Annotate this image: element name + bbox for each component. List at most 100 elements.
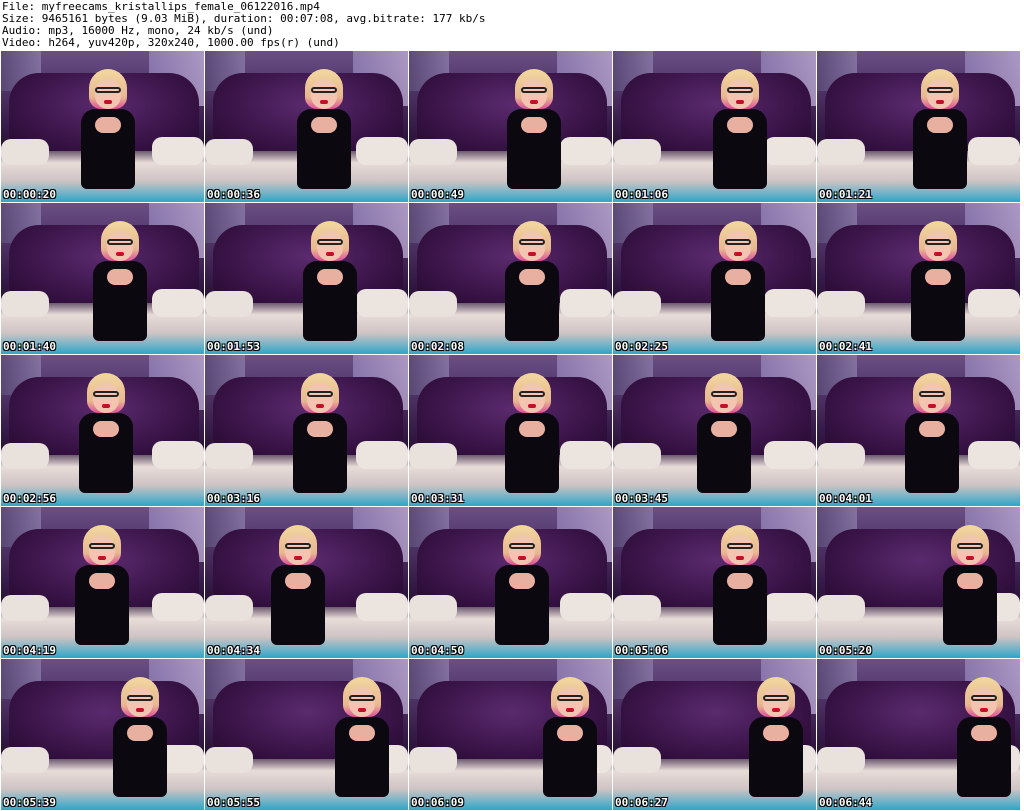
video-info-line: Video: h264, yuv420p, 320x240, 1000.00 f… <box>2 36 340 49</box>
person-figure <box>705 525 775 645</box>
person-lips <box>136 708 144 712</box>
pillow-right <box>560 289 612 317</box>
video-thumbnail[interactable]: 00:03:45 <box>613 355 816 506</box>
video-thumbnail[interactable]: 00:05:55 <box>205 659 408 810</box>
video-thumbnail[interactable]: 00:06:44 <box>817 659 1020 810</box>
video-thumbnail[interactable]: 00:05:20 <box>817 507 1020 658</box>
person-skin <box>509 573 535 589</box>
pillow-left <box>1 747 49 773</box>
person-glasses <box>107 239 133 245</box>
pillow-left <box>409 291 457 317</box>
video-thumbnail[interactable]: 00:04:01 <box>817 355 1020 506</box>
person-face <box>311 79 337 109</box>
pillow-left <box>817 291 865 317</box>
pillow-left <box>1 443 49 469</box>
thumbnail-timestamp: 00:05:06 <box>615 644 668 657</box>
person-figure <box>487 525 557 645</box>
person-skin <box>95 117 121 133</box>
person-glasses <box>519 391 545 397</box>
person-skin <box>307 421 333 437</box>
person-face <box>727 535 753 565</box>
thumbnail-timestamp: 00:02:25 <box>615 340 668 353</box>
video-thumbnail[interactable]: 00:01:53 <box>205 203 408 354</box>
video-thumbnail[interactable]: 00:03:16 <box>205 355 408 506</box>
person-figure <box>703 221 773 341</box>
pillow-left <box>409 443 457 469</box>
thumbnail-timestamp: 00:05:20 <box>819 644 872 657</box>
person-figure <box>71 373 141 493</box>
video-thumbnail[interactable]: 00:06:09 <box>409 659 612 810</box>
video-thumbnail[interactable]: 00:01:06 <box>613 51 816 202</box>
video-thumbnail[interactable]: 00:00:36 <box>205 51 408 202</box>
person-glasses <box>307 391 333 397</box>
thumbnail-timestamp: 00:05:55 <box>207 796 260 809</box>
video-thumbnail[interactable]: 00:02:08 <box>409 203 612 354</box>
pillow-left <box>205 443 253 469</box>
pillow-left <box>613 747 661 773</box>
person-figure <box>705 69 775 189</box>
thumbnail-timestamp: 00:04:19 <box>3 644 56 657</box>
person-figure <box>535 677 605 797</box>
person-skin <box>727 117 753 133</box>
person-face <box>521 79 547 109</box>
person-figure <box>285 373 355 493</box>
person-figure <box>497 373 567 493</box>
person-skin <box>957 573 983 589</box>
video-thumbnail[interactable]: 00:06:27 <box>613 659 816 810</box>
pillow-left <box>613 291 661 317</box>
thumbnail-timestamp: 00:00:20 <box>3 188 56 201</box>
person-glasses <box>925 239 951 245</box>
person-figure <box>105 677 175 797</box>
pillow-left <box>817 139 865 165</box>
thumbnail-timestamp: 00:01:53 <box>207 340 260 353</box>
pillow-right <box>968 289 1020 317</box>
pillow-left <box>205 139 253 165</box>
video-thumbnail[interactable]: 00:03:31 <box>409 355 612 506</box>
thumbnail-timestamp: 00:05:39 <box>3 796 56 809</box>
video-thumbnail[interactable]: 00:02:41 <box>817 203 1020 354</box>
video-thumbnail[interactable]: 00:02:25 <box>613 203 816 354</box>
person-figure <box>85 221 155 341</box>
pillow-right <box>152 137 204 165</box>
person-face <box>519 231 545 261</box>
video-thumbnail[interactable]: 00:04:50 <box>409 507 612 658</box>
pillow-right <box>152 593 204 621</box>
person-figure <box>897 373 967 493</box>
person-glasses <box>95 87 121 93</box>
video-thumbnail[interactable]: 00:00:20 <box>1 51 204 202</box>
person-skin <box>919 421 945 437</box>
person-lips <box>928 404 936 408</box>
pillow-left <box>817 443 865 469</box>
person-skin <box>727 573 753 589</box>
person-skin <box>557 725 583 741</box>
person-lips <box>980 708 988 712</box>
video-thumbnail[interactable]: 00:05:39 <box>1 659 204 810</box>
person-face <box>509 535 535 565</box>
video-thumbnail[interactable]: 00:02:56 <box>1 355 204 506</box>
thumbnail-timestamp: 00:01:21 <box>819 188 872 201</box>
video-thumbnail[interactable]: 00:00:49 <box>409 51 612 202</box>
video-thumbnail[interactable]: 00:04:34 <box>205 507 408 658</box>
video-thumbnail[interactable]: 00:01:21 <box>817 51 1020 202</box>
thumbnail-timestamp: 00:02:08 <box>411 340 464 353</box>
pillow-left <box>1 291 49 317</box>
person-figure <box>903 221 973 341</box>
person-lips <box>316 404 324 408</box>
person-lips <box>736 556 744 560</box>
video-thumbnail[interactable]: 00:01:40 <box>1 203 204 354</box>
person-glasses <box>711 391 737 397</box>
person-skin <box>925 269 951 285</box>
person-skin <box>127 725 153 741</box>
person-face <box>285 535 311 565</box>
thumbnail-timestamp: 00:01:06 <box>615 188 668 201</box>
video-thumbnail[interactable]: 00:04:19 <box>1 507 204 658</box>
pillow-left <box>613 595 661 621</box>
person-skin <box>711 421 737 437</box>
person-figure <box>905 69 975 189</box>
person-lips <box>102 404 110 408</box>
person-face <box>127 687 153 717</box>
thumbnail-timestamp: 00:02:56 <box>3 492 56 505</box>
pillow-left <box>1 139 49 165</box>
thumbnail-timestamp: 00:03:45 <box>615 492 668 505</box>
video-thumbnail[interactable]: 00:05:06 <box>613 507 816 658</box>
